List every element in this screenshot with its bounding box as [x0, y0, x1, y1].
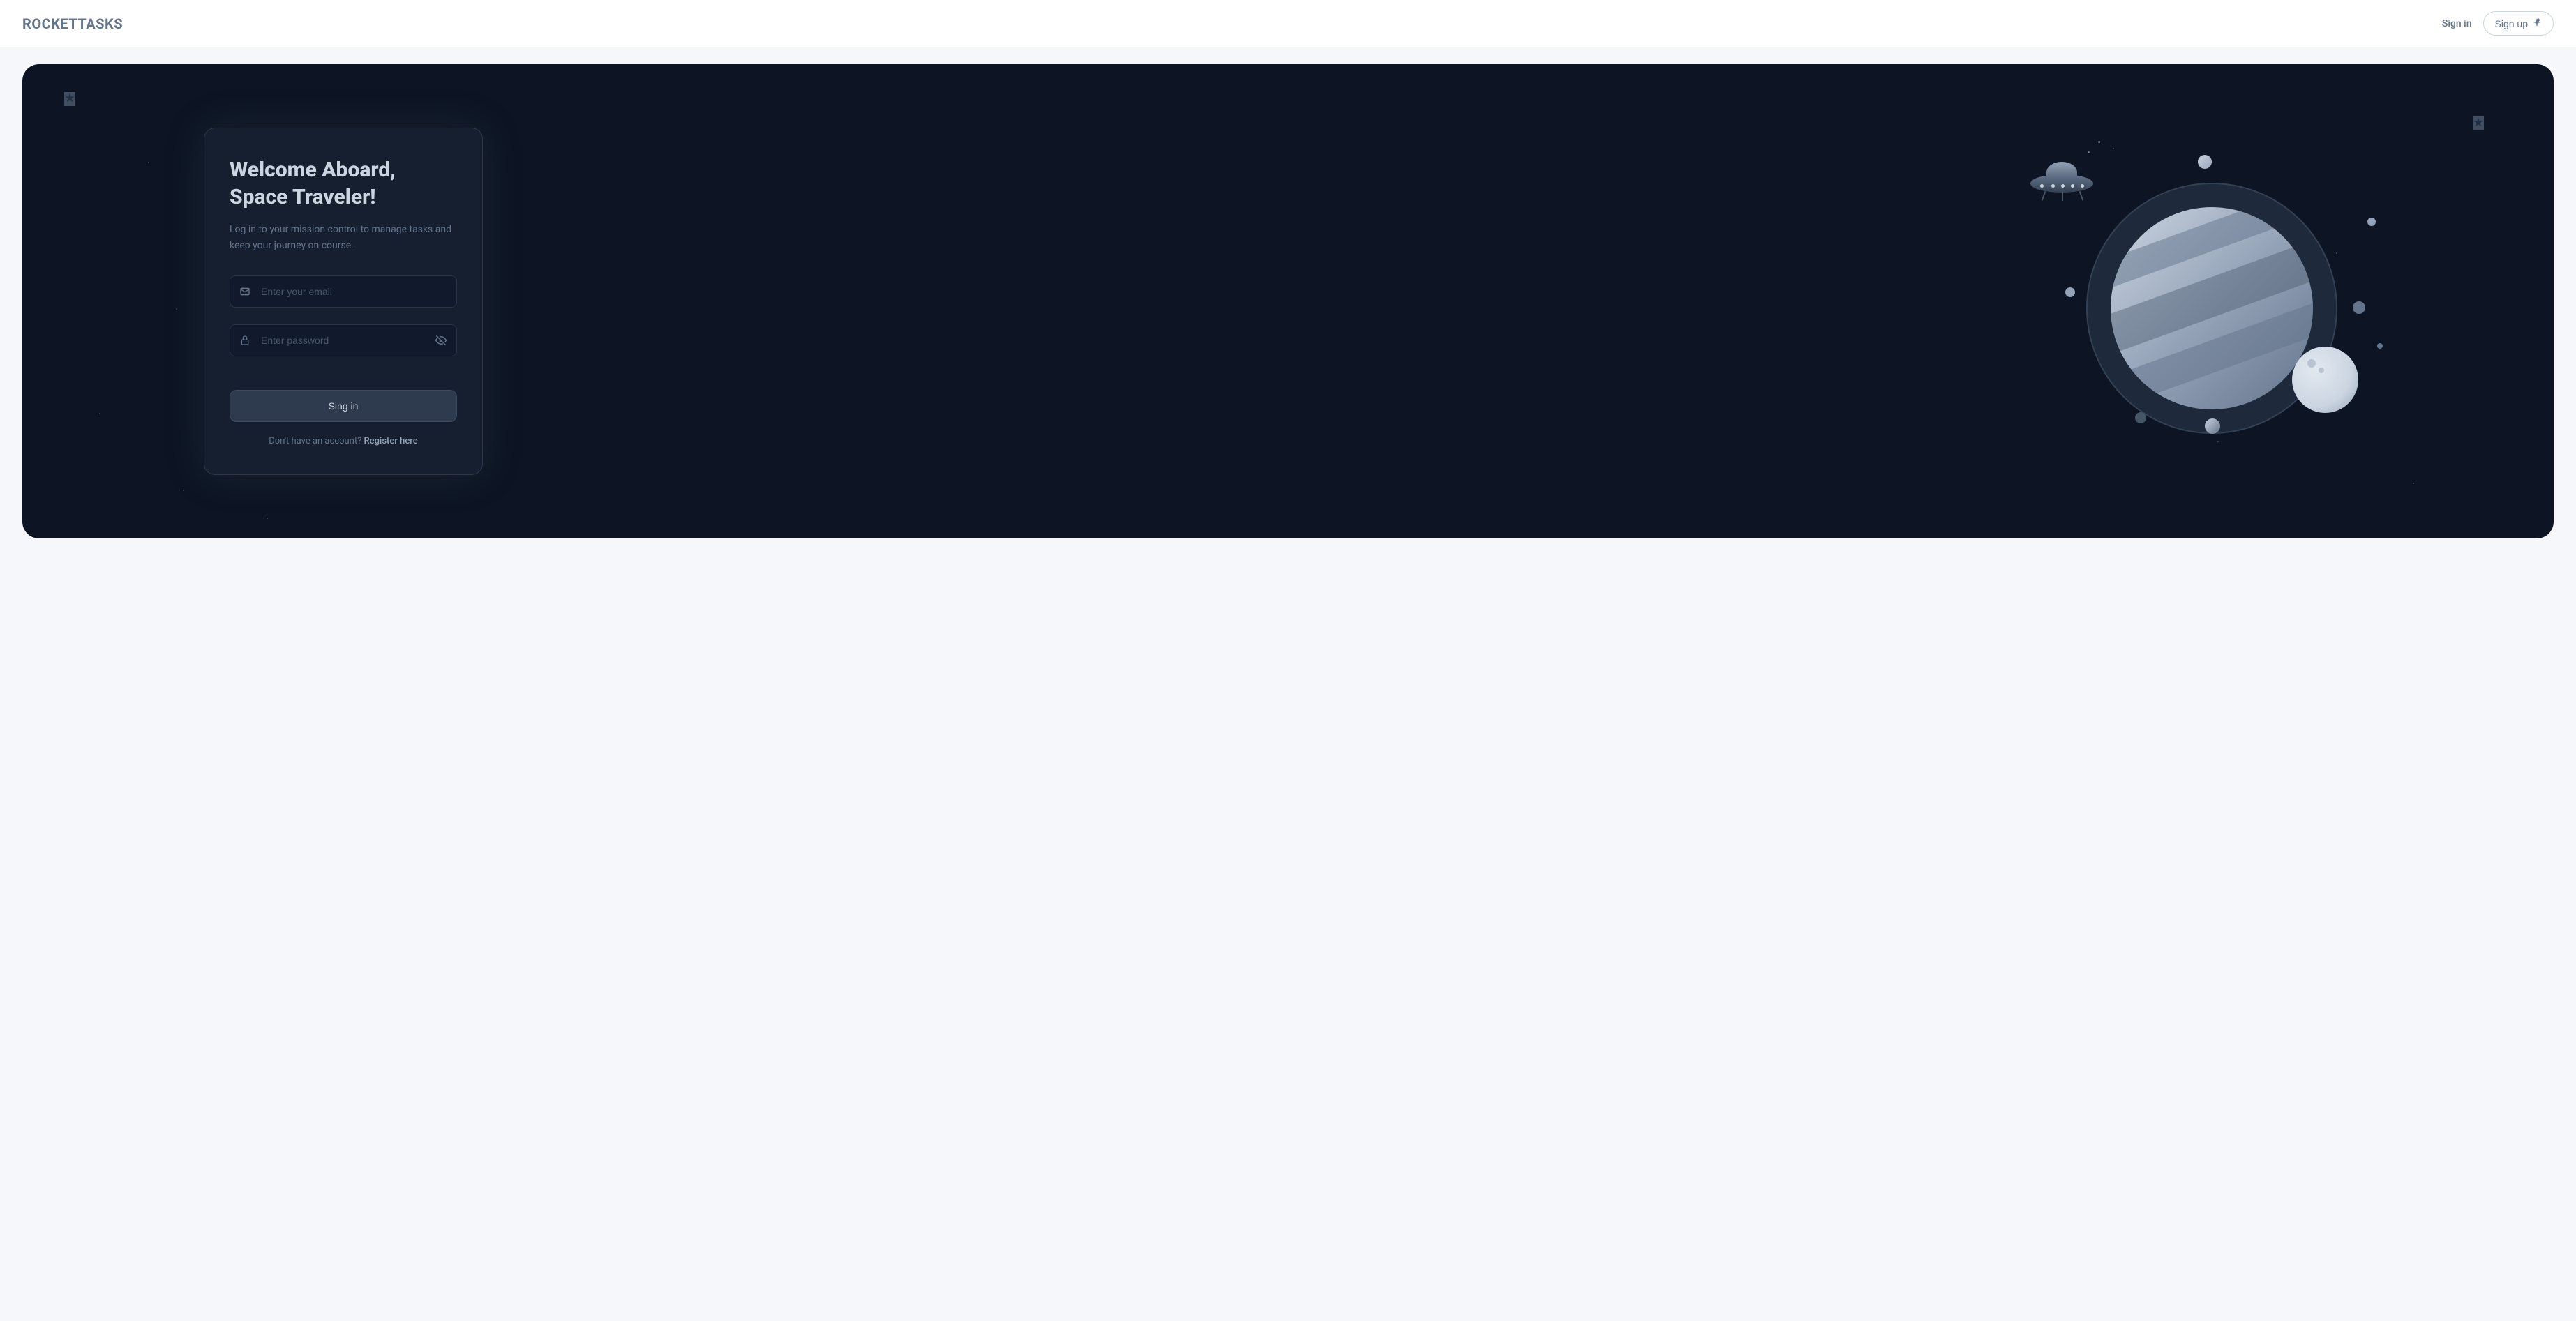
register-prompt-text: Don't have an account?	[269, 436, 364, 446]
mail-icon	[239, 286, 250, 297]
signin-submit-button[interactable]: Sing in	[230, 390, 457, 422]
toggle-password-visibility-button[interactable]	[435, 334, 447, 347]
signup-button[interactable]: Sign up	[2483, 11, 2554, 36]
star-icon	[2413, 483, 2414, 484]
signin-link[interactable]: Sign in	[2442, 18, 2472, 29]
email-input-group	[230, 275, 457, 308]
star-icon	[64, 92, 75, 106]
star-icon	[99, 413, 100, 414]
email-input[interactable]	[230, 275, 457, 308]
star-icon	[183, 490, 184, 491]
star-icon	[267, 518, 268, 519]
rocket-icon	[2532, 17, 2542, 29]
signup-button-label: Sign up	[2495, 18, 2528, 29]
header-actions: Sign in Sign up	[2442, 11, 2554, 36]
star-icon	[176, 308, 177, 310]
hero-section: Welcome Aboard, Space Traveler! Log in t…	[22, 64, 2554, 538]
main-container: Welcome Aboard, Space Traveler! Log in t…	[0, 47, 2576, 555]
app-logo[interactable]: ROCKETTASKS	[22, 15, 123, 32]
password-input-group	[230, 324, 457, 356]
login-subtitle: Log in to your mission control to manage…	[230, 222, 457, 253]
login-card: Welcome Aboard, Space Traveler! Log in t…	[204, 128, 483, 475]
register-prompt: Don't have an account? Register here	[230, 436, 457, 446]
star-icon	[148, 162, 149, 163]
login-title: Welcome Aboard, Space Traveler!	[230, 156, 457, 211]
app-header: ROCKETTASKS Sign in Sign up	[0, 0, 2576, 47]
star-icon	[2473, 116, 2484, 130]
eye-off-icon	[435, 338, 447, 349]
planet-illustration	[2065, 148, 2372, 455]
register-link[interactable]: Register here	[364, 436, 417, 446]
password-input[interactable]	[230, 324, 457, 356]
ufo-illustration	[2030, 162, 2093, 204]
lock-icon	[239, 335, 250, 346]
